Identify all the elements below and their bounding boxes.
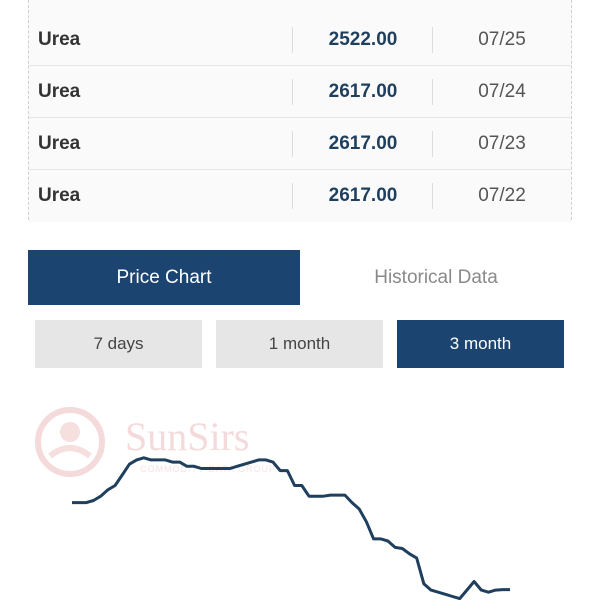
price-date: 07/25 bbox=[478, 29, 526, 50]
table-row[interactable]: Urea 2617.00 07/24 bbox=[29, 66, 571, 118]
watermark-person-head bbox=[60, 422, 80, 442]
price-date: 07/24 bbox=[478, 81, 526, 102]
table-row[interactable]: Urea 2617.00 07/22 bbox=[29, 170, 571, 222]
tab-historical-data[interactable]: Historical Data bbox=[300, 250, 572, 305]
commodity-name: Urea bbox=[38, 81, 81, 102]
price-value: 2522.00 bbox=[328, 29, 398, 50]
tab-price-chart[interactable]: Price Chart bbox=[28, 250, 300, 305]
table-row[interactable]: Urea 2522.00 07/25 bbox=[29, 14, 571, 66]
price-value: 2617.00 bbox=[328, 185, 398, 206]
price-series-line bbox=[72, 456, 510, 600]
commodity-name: Urea bbox=[38, 29, 81, 50]
price-date: 07/22 bbox=[478, 185, 526, 206]
price-date: 07/23 bbox=[478, 133, 526, 154]
price-value: 2617.00 bbox=[328, 81, 398, 102]
commodity-name: Urea bbox=[38, 185, 81, 206]
range-3-month-button[interactable]: 3 month bbox=[397, 320, 564, 368]
price-value: 2617.00 bbox=[328, 133, 398, 154]
table-row[interactable]: Urea 2617.00 07/23 bbox=[29, 118, 571, 170]
price-table: Urea 2522.00 07/25 Urea 2617.00 07/24 Ur… bbox=[28, 0, 572, 222]
range-1-month-button[interactable]: 1 month bbox=[216, 320, 383, 368]
watermark-person-body bbox=[48, 445, 92, 459]
range-7-days-button[interactable]: 7 days bbox=[35, 320, 202, 368]
watermark-brand: SunSirs bbox=[125, 414, 250, 459]
chart-tabs: Price Chart Historical Data bbox=[28, 250, 572, 305]
price-line-chart: SunSirs COMMODITY DATA GROUP bbox=[35, 407, 510, 600]
commodity-name: Urea bbox=[38, 133, 81, 154]
